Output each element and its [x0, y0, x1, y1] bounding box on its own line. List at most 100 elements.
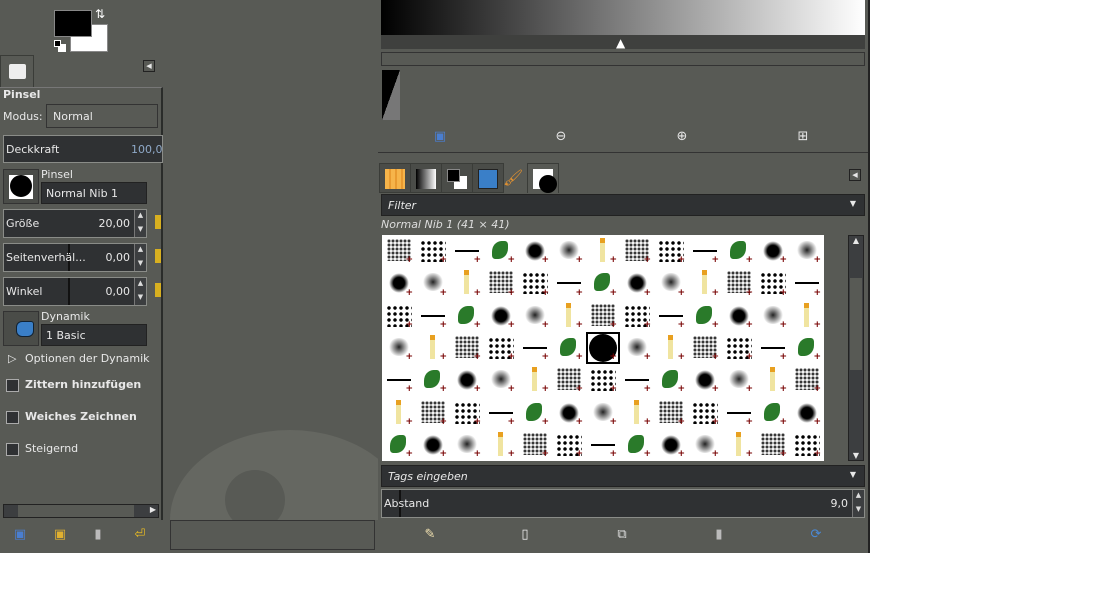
brush-cell[interactable]: + [518, 235, 552, 267]
brush-cell[interactable]: + [518, 397, 552, 429]
dock-menu-icon[interactable]: ◀ [849, 169, 861, 181]
horizontal-scrollbar[interactable]: ▶ [3, 504, 159, 518]
brush-cell[interactable]: + [722, 364, 756, 396]
brush-cell[interactable]: + [416, 397, 450, 429]
brush-grid[interactable]: + + + + + + + + + + + + + + + + + + + + + + + + + + + + + + + + + + + + + + + +… [382, 235, 824, 461]
brush-cell[interactable]: + [620, 300, 654, 332]
brush-cell[interactable]: + [586, 267, 620, 299]
tab-palettes[interactable] [441, 163, 473, 193]
brush-cell[interactable]: + [620, 397, 654, 429]
brush-cell[interactable]: + [552, 300, 586, 332]
size-slider[interactable]: Größe 20,00 ▲ ▼ [3, 209, 147, 238]
tab-tool-presets[interactable]: 🖌 [498, 163, 530, 193]
brush-cell[interactable]: + [382, 300, 416, 332]
brush-cell[interactable]: + [518, 332, 552, 364]
brush-cell[interactable]: + [688, 429, 722, 461]
incremental-checkbox[interactable] [6, 443, 19, 456]
reset-angle-icon[interactable] [155, 283, 161, 297]
brush-cell[interactable]: + [790, 364, 824, 396]
brush-cell[interactable]: + [382, 364, 416, 396]
brush-cell[interactable]: + [450, 429, 484, 461]
brush-cell[interactable]: + [654, 235, 688, 267]
restore-options-icon[interactable]: ▣ [50, 525, 70, 545]
brush-cell[interactable]: + [756, 235, 790, 267]
opacity-slider[interactable]: Deckkraft 100,0 [3, 135, 163, 163]
dynamics-field[interactable]: 1 Basic [41, 324, 147, 346]
brush-cell[interactable]: + [416, 332, 450, 364]
refresh-brushes-icon[interactable]: ⟳ [806, 525, 826, 545]
brush-cell[interactable]: + [756, 397, 790, 429]
brush-cell[interactable]: + [518, 429, 552, 461]
brush-cell[interactable]: + [552, 332, 586, 364]
brush-cell[interactable]: + [552, 235, 586, 267]
scrollbar-thumb[interactable] [850, 278, 862, 370]
brush-cell[interactable]: + [654, 267, 688, 299]
save-gradient-icon[interactable]: ▣ [430, 127, 450, 147]
mode-select[interactable]: Normal [46, 104, 158, 128]
brush-cell[interactable]: + [790, 397, 824, 429]
brush-cell[interactable]: + [756, 300, 790, 332]
edit-brush-icon[interactable]: ✎ [420, 525, 440, 545]
delete-brush-icon[interactable]: ▮ [709, 525, 729, 545]
brush-cell[interactable]: + [722, 267, 756, 299]
brush-cell[interactable]: + [382, 397, 416, 429]
brush-cell[interactable]: + [688, 235, 722, 267]
brush-cell[interactable]: + [756, 429, 790, 461]
brush-cell[interactable]: + [586, 235, 620, 267]
brush-cell[interactable]: + [722, 397, 756, 429]
duplicate-brush-icon[interactable]: ⧉ [612, 525, 632, 545]
dock-separator[interactable] [378, 152, 868, 155]
size-spinner[interactable]: ▲ ▼ [134, 210, 146, 237]
brush-cell[interactable]: + [484, 364, 518, 396]
brush-cell[interactable]: + [722, 235, 756, 267]
brush-cell[interactable]: + [620, 364, 654, 396]
brush-cell[interactable]: + [518, 267, 552, 299]
reset-size-icon[interactable] [155, 215, 161, 229]
brush-cell[interactable]: + [450, 300, 484, 332]
brush-cell[interactable]: + [552, 429, 586, 461]
brush-cell[interactable]: + [688, 267, 722, 299]
dynamics-options-expander[interactable]: Optionen der Dynamik [25, 352, 150, 365]
brush-grid-scrollbar[interactable]: ▲ ▼ [848, 235, 864, 461]
panel-menu-icon[interactable]: ◀ [143, 60, 155, 72]
brush-cell[interactable]: + [586, 429, 620, 461]
default-colors-icon[interactable] [54, 40, 66, 52]
spacing-slider[interactable]: Abstand 9,0 ▲ ▼ [381, 489, 865, 518]
jitter-checkbox[interactable] [6, 379, 19, 392]
spacing-spinner[interactable]: ▲ ▼ [852, 490, 864, 517]
smooth-label[interactable]: Weiches Zeichnen [25, 410, 137, 423]
brush-cell[interactable]: + [416, 429, 450, 461]
brush-cell[interactable]: + [688, 364, 722, 396]
brush-cell[interactable]: + [654, 429, 688, 461]
brush-cell[interactable]: + [450, 364, 484, 396]
brush-cell[interactable]: + [756, 332, 790, 364]
brush-cell[interactable]: + [450, 397, 484, 429]
tab-patterns[interactable] [379, 163, 411, 193]
new-brush-icon[interactable]: ▯ [515, 525, 535, 545]
brush-cell[interactable]: + [484, 397, 518, 429]
brush-cell[interactable]: + [552, 397, 586, 429]
aspect-slider[interactable]: Seitenverhäl... 0,00 ▲ ▼ [3, 243, 147, 272]
brush-cell-selected[interactable]: + [586, 331, 620, 365]
angle-slider[interactable]: Winkel 0,00 ▲ ▼ [3, 277, 147, 306]
brush-cell[interactable]: + [756, 267, 790, 299]
brush-cell[interactable]: + [620, 235, 654, 267]
gradient-midpoint-handle[interactable]: ▲ [616, 36, 625, 50]
brush-cell[interactable]: + [688, 397, 722, 429]
brush-cell[interactable]: + [586, 300, 620, 332]
zoom-in-icon[interactable]: ⊕ [672, 127, 692, 147]
gradient-scrollbar[interactable] [381, 52, 865, 66]
reset-options-icon[interactable]: ⏎ [130, 525, 150, 545]
brush-cell[interactable]: + [450, 332, 484, 364]
brush-cell[interactable]: + [416, 300, 450, 332]
brush-cell[interactable]: + [484, 267, 518, 299]
dynamics-button[interactable] [3, 311, 39, 346]
brush-cell[interactable]: + [790, 429, 824, 461]
brush-cell[interactable]: + [552, 364, 586, 396]
brush-cell[interactable]: + [382, 235, 416, 267]
brush-cell[interactable]: + [450, 235, 484, 267]
brush-cell[interactable]: + [484, 235, 518, 267]
brush-cell[interactable]: + [688, 332, 722, 364]
zoom-fit-icon[interactable]: ⊞ [793, 127, 813, 147]
brush-cell[interactable]: + [518, 364, 552, 396]
